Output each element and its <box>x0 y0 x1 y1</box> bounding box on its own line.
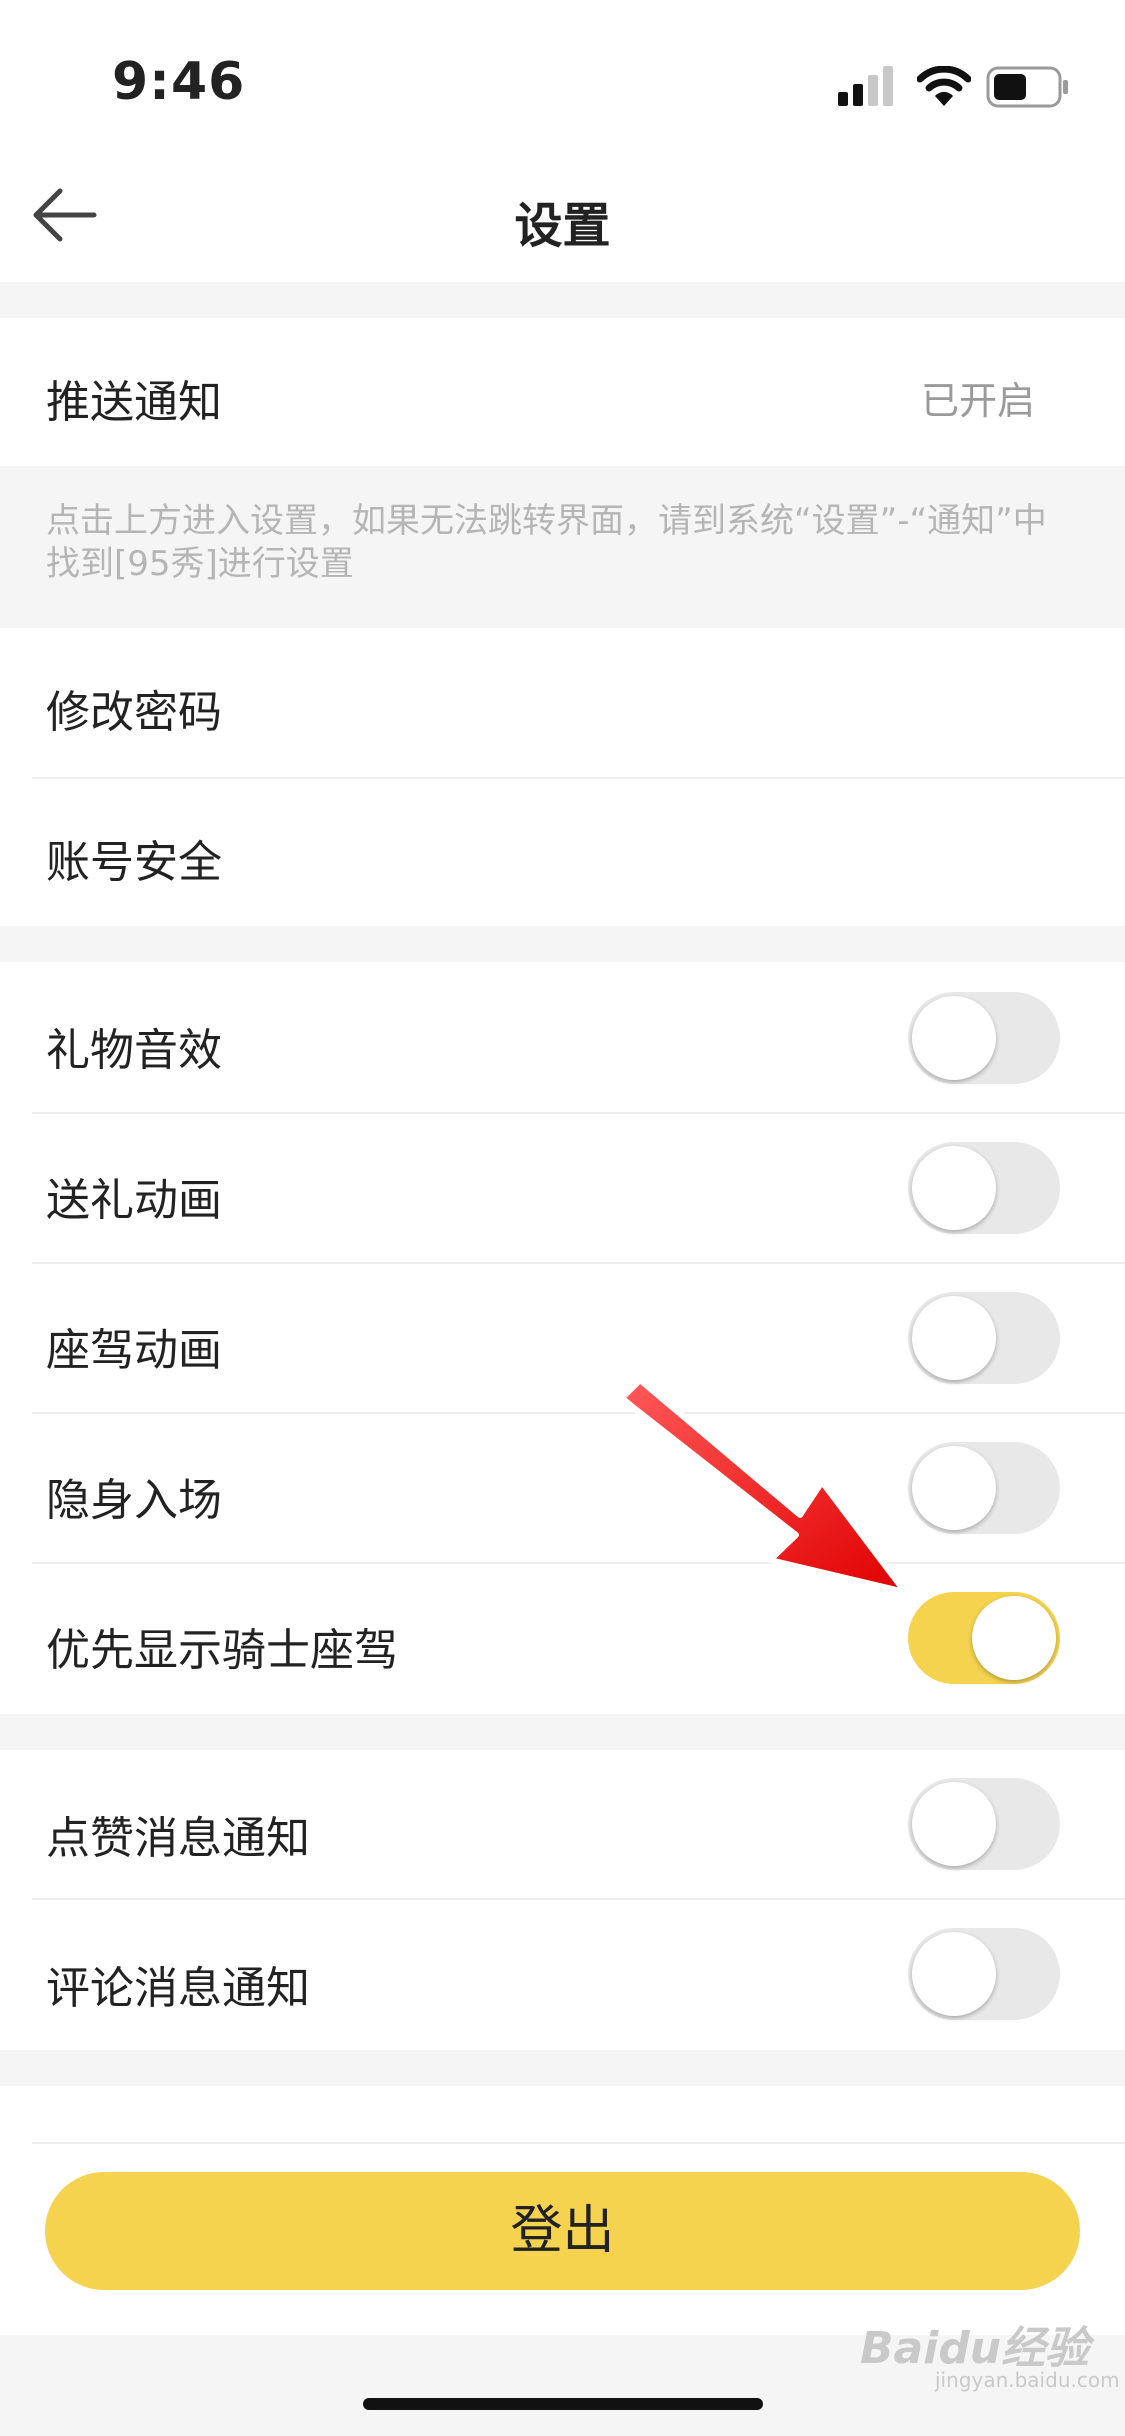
divider <box>32 1412 1125 1414</box>
toggle-knob <box>912 1296 996 1380</box>
stealth-entry-toggle[interactable] <box>908 1442 1060 1534</box>
like-notification-toggle[interactable] <box>908 1778 1060 1870</box>
red-annotation-arrow-icon <box>619 1377 908 1595</box>
cellular-signal-icon <box>838 66 893 106</box>
toggle-knob <box>972 1596 1056 1680</box>
divider <box>32 1562 1125 1564</box>
toggle-knob <box>912 1932 996 2016</box>
toggle-knob <box>912 996 996 1080</box>
comment-notification-label: 评论消息通知 <box>46 1963 310 2014</box>
status-time: 9:46 <box>112 52 246 112</box>
baidu-watermark-url: jingyan.baidu.com <box>935 2368 1120 2392</box>
mount-animation-toggle[interactable] <box>908 1292 1060 1384</box>
divider <box>32 1898 1125 1900</box>
knight-mount-priority-label: 优先显示骑士座驾 <box>46 1625 398 1676</box>
account-security-item[interactable]: 账号安全 <box>46 826 222 890</box>
divider <box>32 777 1125 779</box>
baidu-watermark: Baidu经验 <box>860 2323 1090 2374</box>
battery-icon <box>986 66 1068 108</box>
gift-sound-toggle[interactable] <box>908 992 1060 1084</box>
wifi-icon <box>917 66 971 106</box>
knight-mount-priority-toggle[interactable] <box>908 1592 1060 1684</box>
push-hint-text: 点击上方进入设置，如果无法跳转界面，请到系统“设置”-“通知”中找到[95秀]进… <box>46 501 1047 584</box>
change-password-item[interactable]: 修改密码 <box>46 676 222 740</box>
divider <box>32 1262 1125 1264</box>
mount-animation-label: 座驾动画 <box>46 1325 222 1376</box>
toggle-knob <box>912 1782 996 1866</box>
gift-animation-toggle[interactable] <box>908 1142 1060 1234</box>
push-notification-status: 已开启 <box>920 379 1035 423</box>
divider <box>32 1112 1125 1114</box>
home-indicator <box>363 2398 763 2410</box>
divider <box>32 2142 1125 2144</box>
gift-animation-label: 送礼动画 <box>46 1175 222 1226</box>
push-notification-label: 推送通知 <box>46 377 222 428</box>
toggle-knob <box>912 1146 996 1230</box>
logout-button[interactable]: 登出 <box>45 2172 1080 2290</box>
stealth-entry-label: 隐身入场 <box>46 1475 222 1526</box>
page-title: 设置 <box>514 198 611 254</box>
gift-sound-label: 礼物音效 <box>46 1025 222 1076</box>
comment-notification-toggle[interactable] <box>908 1928 1060 2020</box>
like-notification-label: 点赞消息通知 <box>46 1813 310 1864</box>
